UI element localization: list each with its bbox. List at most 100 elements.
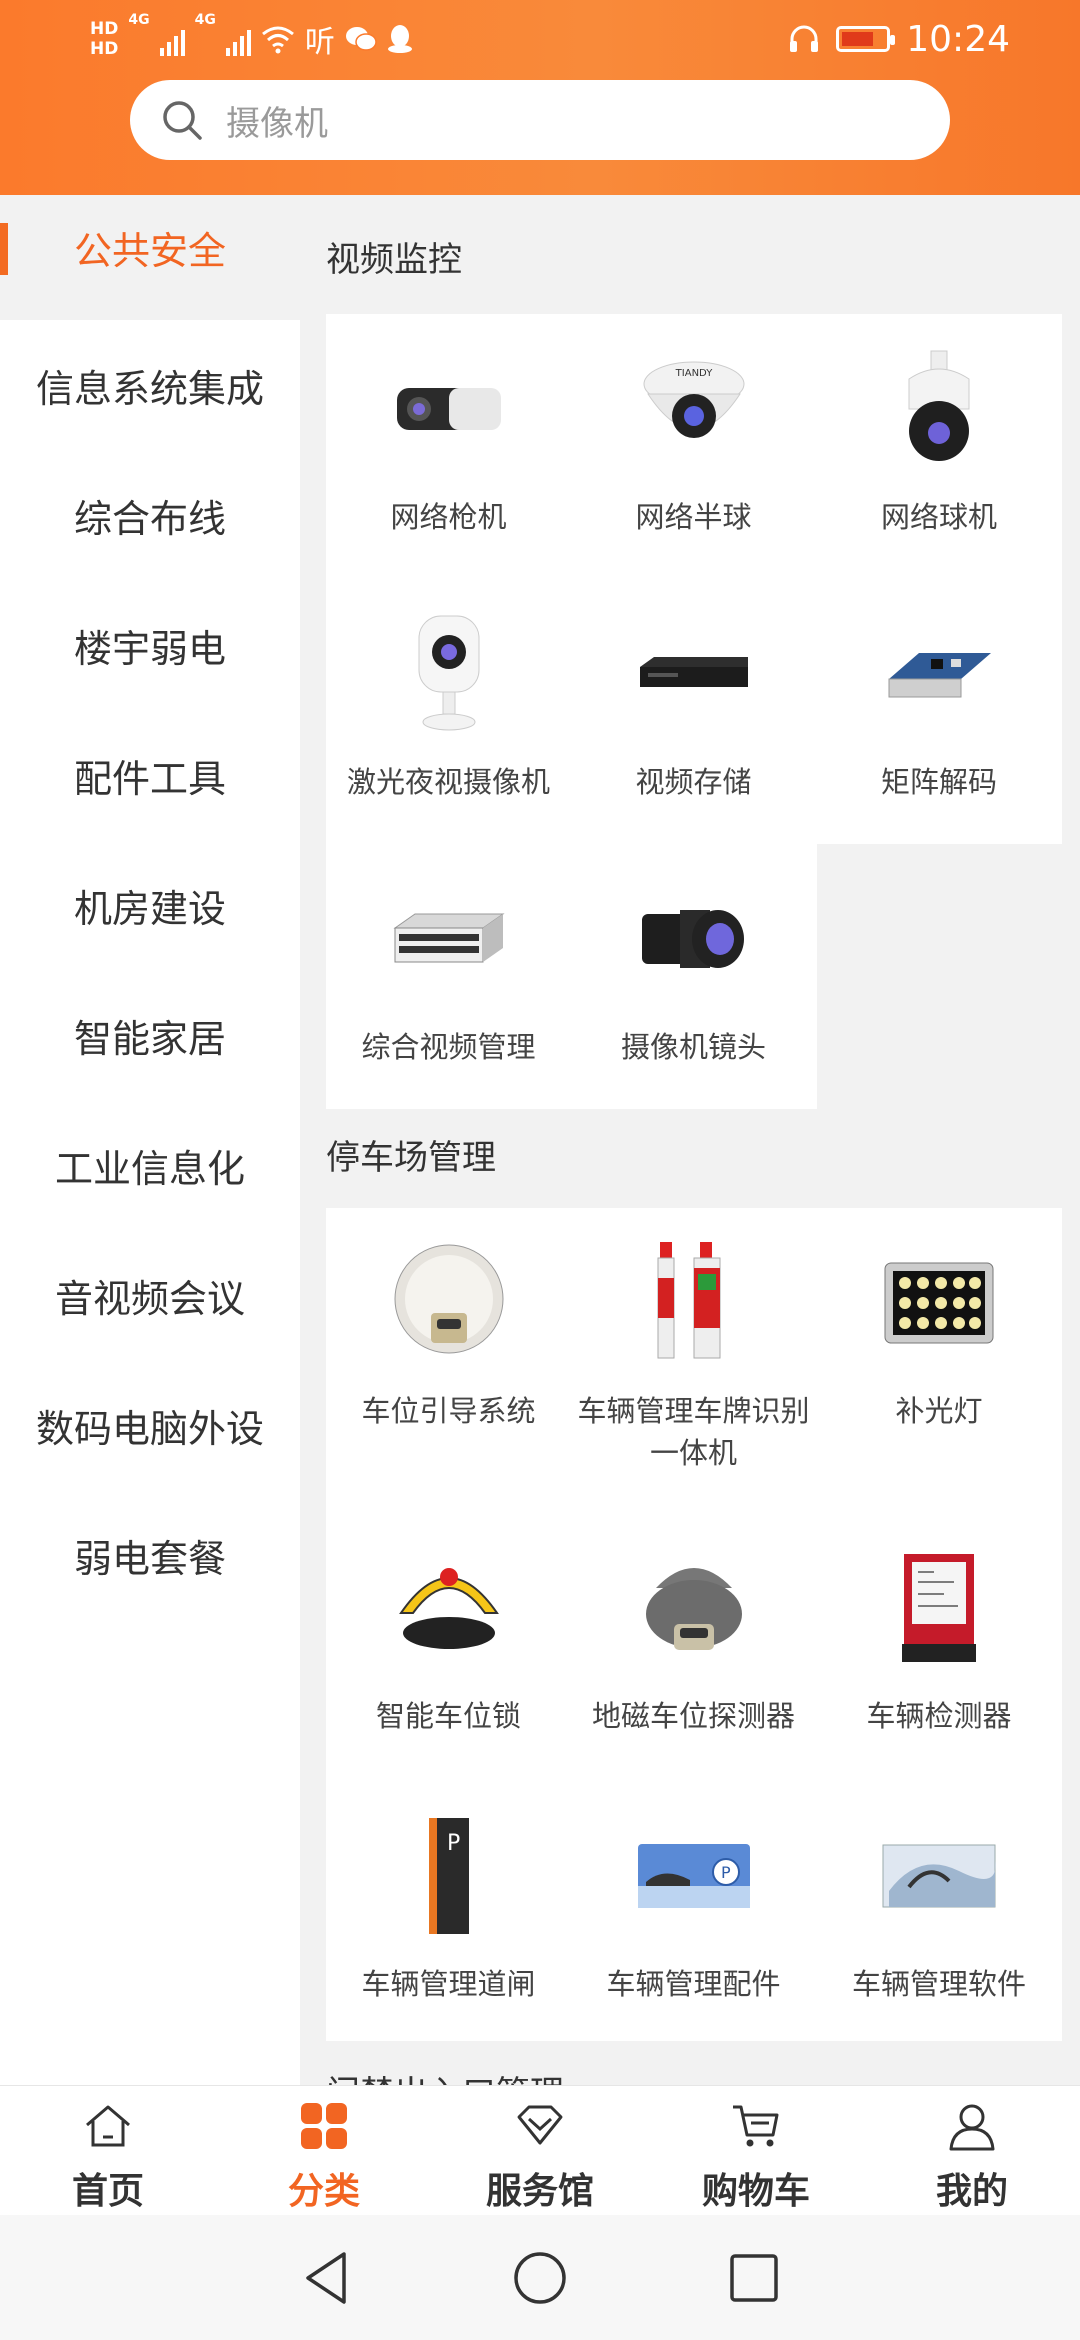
product-name: 网络球机 (880, 500, 997, 534)
nav-service-label: 服务馆 (485, 2171, 594, 2212)
network1-label: 4G (128, 12, 150, 28)
sidebar-item-info-system[interactable]: 信息系统集成 (0, 320, 300, 450)
search-icon (163, 101, 202, 140)
fill-light-icon (874, 1238, 1004, 1368)
nav-home-label: 首页 (71, 2171, 144, 2212)
product-item[interactable]: 矩阵解码 (816, 579, 1062, 844)
sidebar-item-server-room[interactable]: 机房建设 (0, 840, 300, 970)
product-item[interactable]: 车位引导系统 (326, 1208, 571, 1513)
network2-label: 4G (194, 12, 216, 28)
product-item[interactable]: 智能车位锁 (326, 1513, 571, 1781)
sidebar-item-public-security[interactable]: 公共安全 (0, 195, 300, 320)
home-circle-icon[interactable] (512, 2250, 568, 2306)
back-icon[interactable] (300, 2250, 352, 2306)
product-item[interactable]: 激光夜视摄像机 (326, 579, 571, 844)
wechat-icon (345, 27, 377, 51)
sidebar-item-accessories[interactable]: 配件工具 (0, 710, 300, 840)
header: HD HD 4G 4G 听 10:24 摄像机 (0, 0, 1080, 195)
wifi-icon (261, 26, 294, 54)
cart-icon (726, 2096, 786, 2156)
headset-icon (790, 25, 819, 52)
server-rack-icon (384, 874, 514, 1004)
status-left: HD HD 4G 4G 听 (90, 12, 413, 66)
product-name: 智能车位锁 (375, 1699, 521, 1733)
sidebar-item-label: 公共安全 (73, 229, 226, 273)
product-name: 综合视频管理 (361, 1030, 536, 1064)
product-name: 地磁车位探测器 (591, 1699, 795, 1733)
listen-icon: 听 (304, 25, 335, 60)
product-item[interactable]: TIANDY 网络半球 (571, 314, 816, 579)
product-name: 网络半球 (635, 500, 752, 534)
sidebar-item-industrial[interactable]: 工业信息化 (0, 1100, 300, 1230)
section-title-video: 视频监控 (326, 240, 462, 280)
nav-service[interactable]: 服务馆 (432, 2086, 648, 2215)
product-item[interactable]: 车辆管理软件 (816, 1781, 1062, 2041)
nav-home[interactable]: 首页 (0, 2086, 216, 2215)
product-item[interactable]: 补光灯 (816, 1208, 1062, 1513)
hd2-label: HD (90, 39, 119, 59)
sidebar-list: 信息系统集成 综合布线 楼宇弱电 配件工具 机房建设 智能家居 工业信息化 音视… (0, 320, 300, 2085)
product-name: 网络枪机 (390, 500, 507, 534)
product-item[interactable]: P 车辆管理配件 (571, 1781, 816, 2041)
nvr-icon (629, 609, 759, 739)
product-item[interactable]: 车辆检测器 (816, 1513, 1062, 1781)
product-item[interactable]: 网络枪机 (326, 314, 571, 579)
product-item[interactable]: 视频存储 (571, 579, 816, 844)
parking-lock-icon (384, 1543, 514, 1673)
product-name: 车辆管理道闸 (361, 1967, 536, 2001)
nav-cart-label: 购物车 (701, 2171, 810, 2212)
bottom-nav: 首页 分类 服务馆 购物车 我的 (0, 2085, 1080, 2215)
dome-camera-icon: TIANDY (629, 344, 759, 474)
battery-icon (836, 26, 896, 52)
nav-category[interactable]: 分类 (216, 2086, 432, 2215)
active-indicator (0, 223, 8, 275)
hd-indicator: HD HD (90, 19, 118, 59)
category-grid-icon (294, 2096, 354, 2156)
camera-lens-icon (629, 874, 759, 1004)
sidebar-item-building-weak-current[interactable]: 楼宇弱电 (0, 580, 300, 710)
product-item[interactable]: 车辆管理车牌识别一体机 (571, 1208, 816, 1513)
product-item[interactable]: 网络球机 (816, 314, 1062, 579)
ptz-camera-icon (874, 344, 1004, 474)
empty-grid-space (817, 844, 1062, 1110)
section-title-parking: 停车场管理 (326, 1138, 496, 1178)
signal1-icon (159, 22, 185, 56)
product-name: 车辆检测器 (866, 1699, 1012, 1733)
search-placeholder: 摄像机 (226, 103, 328, 144)
product-name: 车辆管理车牌识别一体机 (577, 1394, 810, 1470)
vehicle-detector-icon (874, 1543, 1004, 1673)
search-bar[interactable]: 摄像机 (130, 80, 950, 160)
product-name: 车辆管理软件 (851, 1967, 1026, 2001)
barrier-gate-icon: P (384, 1811, 514, 1941)
product-item[interactable]: P 车辆管理道闸 (326, 1781, 571, 2041)
status-right: 10:24 (788, 12, 1010, 66)
parking-guide-sensor-icon (384, 1238, 514, 1368)
night-vision-camera-icon (384, 609, 514, 739)
parking-card-icon: P (629, 1811, 759, 1941)
product-item[interactable]: 摄像机镜头 (571, 844, 816, 1109)
clock: 10:24 (906, 18, 1010, 60)
recents-icon[interactable] (728, 2252, 780, 2304)
system-nav-bar (0, 2215, 1080, 2340)
product-item[interactable]: 地磁车位探测器 (571, 1513, 816, 1781)
signal2-icon (225, 22, 251, 56)
product-name: 车辆管理配件 (606, 1967, 781, 2001)
parking-product-card: 车位引导系统 车辆管理车牌识别一体机 补光灯 智能车位锁 地磁车位探测器 车辆检… (326, 1208, 1062, 2041)
product-name: 矩阵解码 (880, 765, 997, 799)
sidebar-item-av-conference[interactable]: 音视频会议 (0, 1230, 300, 1360)
product-name: 摄像机镜头 (620, 1030, 766, 1064)
qq-icon (387, 25, 412, 53)
sidebar-item-smart-home[interactable]: 智能家居 (0, 970, 300, 1100)
sidebar-item-cabling[interactable]: 综合布线 (0, 450, 300, 580)
product-name: 激光夜视摄像机 (346, 765, 550, 799)
nav-mine[interactable]: 我的 (864, 2086, 1080, 2215)
status-bar: HD HD 4G 4G 听 10:24 (0, 0, 1080, 78)
sidebar-item-digital-peripherals[interactable]: 数码电脑外设 (0, 1360, 300, 1490)
product-item[interactable]: 综合视频管理 (326, 844, 571, 1109)
nav-cart[interactable]: 购物车 (648, 2086, 864, 2215)
decoder-board-icon (874, 609, 1004, 739)
hd1-label: HD (90, 19, 119, 39)
product-name: 补光灯 (895, 1394, 983, 1428)
sidebar-item-packages[interactable]: 弱电套餐 (0, 1490, 300, 1620)
product-name: 车位引导系统 (361, 1394, 536, 1428)
